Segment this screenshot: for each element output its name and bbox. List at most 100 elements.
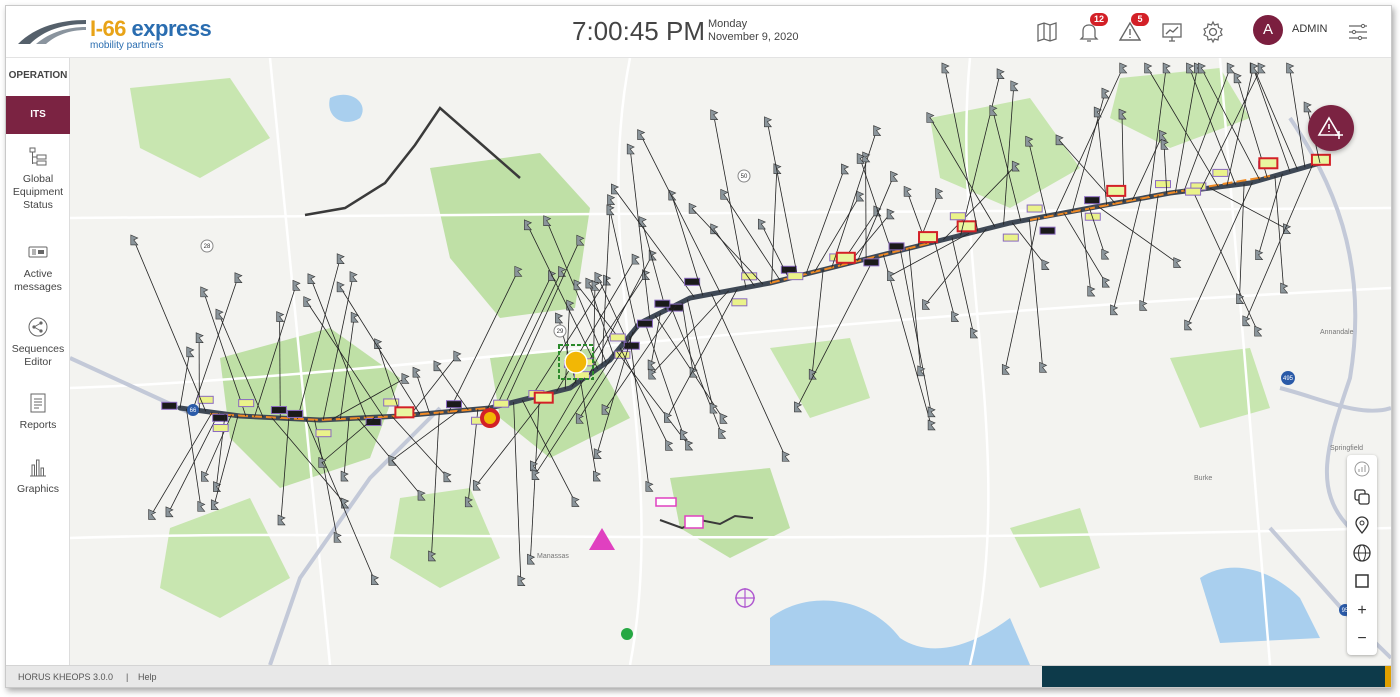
camera-pin-icon[interactable] [1039,361,1048,373]
camera-pin-icon[interactable] [1144,62,1153,74]
message-sign-marker[interactable] [949,212,966,221]
camera-pin-icon[interactable] [197,500,206,512]
camera-pin-icon[interactable] [234,272,243,283]
message-sign-marker[interactable] [533,391,554,404]
camera-pin-icon[interactable] [1001,363,1010,375]
camera-pin-icon[interactable] [996,68,1005,80]
globe-button[interactable] [1350,543,1374,567]
message-sign-marker[interactable] [1039,226,1056,235]
camera-pin-icon[interactable] [1286,62,1295,74]
camera-pin-icon[interactable] [186,346,195,358]
settings-button[interactable] [1201,20,1225,44]
camera-pin-icon[interactable] [688,202,697,214]
phone-incident-icon[interactable] [564,350,588,374]
camera-pin-icon[interactable] [333,531,342,543]
camera-pin-icon[interactable] [841,163,850,175]
message-sign-marker[interactable] [787,272,804,281]
message-sign-marker[interactable] [1185,187,1202,196]
message-sign-marker[interactable] [315,429,332,438]
camera-pin-icon[interactable] [631,253,640,265]
camera-pin-icon[interactable] [637,129,646,140]
message-sign-marker[interactable] [888,242,905,251]
sidebar-item-graphics[interactable]: Graphics [6,456,70,496]
message-sign-marker[interactable] [394,406,415,419]
brand-logo[interactable]: I-66 express mobility partners [16,14,216,52]
message-sign-marker[interactable] [918,231,939,244]
message-sign-marker[interactable] [238,399,255,408]
camera-pin-icon[interactable] [606,204,615,216]
camera-pin-icon[interactable] [453,350,462,362]
notifications-button[interactable]: 12 [1077,13,1108,44]
camera-pin-icon[interactable] [1162,62,1171,74]
camera-pin-icon[interactable] [757,218,767,230]
camera-pin-icon[interactable] [210,499,219,511]
message-sign-marker[interactable] [684,515,704,529]
camera-pin-icon[interactable] [1010,80,1019,92]
square-select-button[interactable] [1350,571,1374,595]
camera-pin-icon[interactable] [890,170,899,182]
camera-pin-icon[interactable] [665,439,674,451]
camera-pin-icon[interactable] [1226,62,1235,74]
message-sign-marker[interactable] [684,277,701,286]
message-sign-marker[interactable] [1084,196,1101,205]
camera-pin-icon[interactable] [336,281,345,293]
camera-pin-icon[interactable] [685,439,694,451]
menu-button[interactable] [1346,20,1370,44]
camera-pin-icon[interactable] [1255,249,1264,261]
camera-pin-icon[interactable] [1119,62,1128,74]
sidebar-item-global-equipment-status[interactable]: Global Equipment Status [6,146,70,212]
message-sign-marker[interactable] [1258,157,1279,170]
camera-pin-icon[interactable] [527,553,536,565]
message-sign-marker[interactable] [835,251,856,264]
camera-pin-icon[interactable] [941,62,950,74]
camera-pin-icon[interactable] [607,194,616,205]
camera-green-icon[interactable] [621,628,633,640]
camera-pin-icon[interactable] [935,187,944,199]
message-sign-marker[interactable] [1026,204,1043,213]
camera-pin-icon[interactable] [340,470,349,482]
location-button[interactable] [1350,515,1374,539]
camera-pin-icon[interactable] [917,365,926,377]
camera-pin-icon[interactable] [856,190,865,202]
camera-pin-icon[interactable] [626,143,635,155]
camera-pin-icon[interactable] [1173,257,1182,268]
camera-pin-icon[interactable] [594,271,603,283]
map-canvas[interactable]: Manassas Annandale Springfield Burke 29 … [70,58,1391,665]
roadwork-warning-icon[interactable] [589,528,615,550]
camera-pin-icon[interactable] [1055,134,1064,146]
message-sign-marker[interactable] [609,333,626,342]
camera-pin-icon[interactable] [165,506,174,518]
camera-pin-icon[interactable] [927,419,936,431]
camera-pin-icon[interactable] [638,216,647,227]
message-sign-marker[interactable] [197,395,214,404]
camera-pin-icon[interactable] [1110,304,1119,316]
camera-pin-icon[interactable] [873,125,882,136]
message-sign-marker[interactable] [655,497,677,507]
camera-pin-icon[interactable] [719,412,728,424]
camera-pin-icon[interactable] [1250,62,1259,74]
camera-pin-icon[interactable] [1101,87,1110,99]
message-sign-marker[interactable] [1310,153,1331,166]
message-sign-marker[interactable] [493,399,510,408]
camera-pin-icon[interactable] [668,189,677,201]
camera-pin-icon[interactable] [530,460,539,472]
camera-pin-icon[interactable] [148,509,157,520]
camera-pin-icon[interactable] [341,497,350,509]
camera-pin-icon[interactable] [200,286,209,298]
message-sign-marker[interactable] [212,413,229,422]
camera-pin-icon[interactable] [603,274,612,286]
zoom-out-button[interactable]: − [1350,627,1374,651]
message-sign-marker[interactable] [956,220,977,233]
add-alert-button[interactable] [1308,105,1354,151]
camera-pin-icon[interactable] [720,188,729,200]
layers-button[interactable] [1350,487,1374,511]
camera-pin-icon[interactable] [1186,62,1195,74]
camera-pin-icon[interactable] [886,208,895,220]
message-sign-marker[interactable] [636,319,653,328]
message-sign-marker[interactable] [1154,180,1171,189]
camera-pin-icon[interactable] [1242,315,1251,327]
message-sign-marker[interactable] [1106,184,1127,197]
camera-pin-icon[interactable] [307,273,316,285]
camera-pin-icon[interactable] [970,327,979,339]
camera-pin-icon[interactable] [647,359,656,371]
